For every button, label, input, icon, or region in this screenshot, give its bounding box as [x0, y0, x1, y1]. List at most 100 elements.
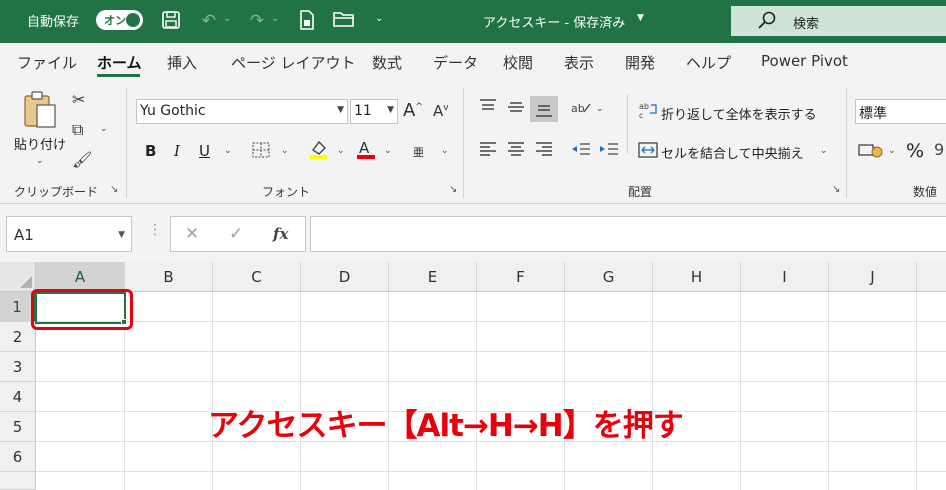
column-header-i[interactable]: I — [741, 262, 829, 292]
font-launcher-icon[interactable]: ↘ — [449, 184, 457, 195]
number-format-combo[interactable]: 標準 — [855, 99, 946, 124]
svg-text:c: c — [639, 111, 643, 119]
row-header-7-partial[interactable] — [0, 472, 36, 490]
font-color-chevron-down-icon[interactable]: ⌄ — [384, 146, 392, 156]
wrap-text-button[interactable]: 折り返して全体を表示する — [661, 104, 817, 123]
column-header-d[interactable]: D — [301, 262, 389, 292]
copy-chevron-down-icon[interactable]: ⌄ — [100, 124, 108, 134]
align-middle-icon[interactable] — [506, 98, 526, 120]
search-box[interactable]: 検索 — [731, 6, 946, 36]
clipboard-launcher-icon[interactable]: ↘ — [110, 184, 118, 195]
italic-button[interactable]: I — [174, 142, 180, 160]
column-header-a[interactable]: A — [36, 262, 125, 292]
name-box[interactable]: A1 ▼ — [6, 216, 132, 252]
ribbon-tabs: ファイル ホーム 挿入 ページ レイアウト 数式 データ 校閲 表示 開発 ヘル… — [0, 43, 946, 80]
merge-center-chevron-down-icon[interactable]: ⌄ — [820, 146, 828, 156]
underline-button[interactable]: U — [199, 142, 210, 160]
formula-bar: A1 ▼ ⋮ ✕ ✓ fx — [0, 204, 946, 262]
font-name-combo[interactable]: Yu Gothic ▼ — [136, 99, 348, 124]
underline-chevron-down-icon[interactable]: ⌄ — [224, 146, 232, 156]
copy-icon[interactable]: ⧉ — [72, 120, 83, 140]
insert-function-button[interactable]: fx — [273, 225, 288, 243]
row-header-3[interactable]: 3 — [0, 352, 36, 382]
save-icon[interactable] — [160, 10, 182, 32]
column-header-c[interactable]: C — [213, 262, 301, 292]
enter-icon[interactable]: ✓ — [229, 224, 243, 244]
increase-font-size-icon[interactable]: A^ — [403, 100, 423, 121]
paste-icon[interactable] — [22, 90, 58, 134]
tab-insert[interactable]: 挿入 — [167, 52, 197, 73]
format-painter-icon[interactable]: 🖌 — [72, 150, 92, 169]
column-header-g[interactable]: G — [565, 262, 653, 292]
align-top-icon[interactable] — [478, 98, 498, 120]
cancel-icon[interactable]: ✕ — [185, 224, 199, 244]
tab-home[interactable]: ホーム — [97, 52, 142, 73]
svg-text:A: A — [359, 139, 370, 157]
fill-color-icon[interactable] — [308, 138, 330, 164]
wrap-text-icon[interactable]: ab c — [639, 101, 659, 123]
undo-chevron-down-icon[interactable]: ⌄ — [223, 13, 231, 24]
increase-indent-icon[interactable] — [598, 141, 620, 163]
column-header-j[interactable]: J — [829, 262, 917, 292]
autosave-toggle[interactable]: オン — [96, 10, 143, 30]
formula-bar-grip-icon[interactable]: ⋮ — [148, 222, 162, 238]
paste-chevron-down-icon[interactable]: ⌄ — [36, 156, 44, 166]
tab-view[interactable]: 表示 — [564, 52, 594, 73]
tab-help[interactable]: ヘルプ — [686, 52, 731, 73]
merge-center-icon[interactable] — [638, 141, 658, 163]
print-preview-icon[interactable] — [296, 10, 318, 32]
fill-color-chevron-down-icon[interactable]: ⌄ — [337, 146, 345, 156]
column-header-e[interactable]: E — [389, 262, 477, 292]
orientation-icon[interactable]: ab — [570, 98, 592, 120]
tab-developer[interactable]: 開発 — [625, 52, 655, 73]
column-header-k-partial[interactable] — [917, 262, 946, 292]
open-folder-icon[interactable] — [333, 10, 355, 32]
svg-text:ab: ab — [639, 102, 649, 111]
percent-style-button[interactable]: % — [906, 140, 924, 162]
row-header-5[interactable]: 5 — [0, 412, 36, 442]
orientation-chevron-down-icon[interactable]: ⌄ — [596, 104, 604, 114]
phonetic-chevron-down-icon[interactable]: ⌄ — [441, 146, 449, 156]
phonetic-guide-button[interactable]: 亜 — [413, 144, 424, 160]
redo-icon[interactable]: ↷ — [246, 10, 268, 32]
comma-style-icon[interactable]: 9 — [934, 140, 946, 163]
align-right-icon[interactable] — [534, 141, 554, 163]
column-header-b[interactable]: B — [125, 262, 213, 292]
font-size-combo[interactable]: 11 ▼ — [350, 99, 398, 124]
title-chevron-down-icon[interactable]: ▼ — [637, 13, 644, 23]
column-header-f[interactable]: F — [477, 262, 565, 292]
tab-formulas[interactable]: 数式 — [372, 52, 402, 73]
bold-button[interactable]: B — [145, 142, 156, 160]
group-divider — [126, 88, 127, 198]
redo-chevron-down-icon[interactable]: ⌄ — [271, 13, 279, 24]
tab-review[interactable]: 校閲 — [503, 52, 533, 73]
select-all-button[interactable] — [0, 262, 36, 292]
borders-icon[interactable] — [251, 141, 271, 163]
alignment-launcher-icon[interactable]: ↘ — [832, 184, 840, 195]
customize-qat-icon[interactable]: ⌄ — [375, 13, 383, 24]
font-color-icon[interactable]: A — [355, 138, 377, 164]
document-title[interactable]: アクセスキー - 保存済み — [483, 12, 625, 31]
tab-data[interactable]: データ — [433, 52, 478, 73]
decrease-font-size-icon[interactable]: Av — [433, 102, 449, 120]
tab-file[interactable]: ファイル — [17, 52, 77, 73]
align-bottom-icon — [534, 100, 554, 122]
cut-icon[interactable]: ✂ — [72, 90, 85, 109]
row-header-4[interactable]: 4 — [0, 382, 36, 412]
tab-page-layout[interactable]: ページ レイアウト — [231, 52, 355, 73]
formula-input[interactable] — [310, 216, 946, 252]
undo-icon[interactable]: ↶ — [198, 10, 220, 32]
svg-text:ab: ab — [571, 102, 585, 115]
row-header-6[interactable]: 6 — [0, 442, 36, 472]
paste-button[interactable]: 貼り付け — [14, 134, 66, 153]
merge-center-button[interactable]: セルを結合して中央揃え — [661, 143, 804, 162]
decrease-indent-icon[interactable] — [570, 141, 592, 163]
align-center-icon[interactable] — [506, 141, 526, 163]
tab-power-pivot[interactable]: Power Pivot — [761, 52, 848, 70]
accounting-format-icon[interactable] — [858, 141, 884, 163]
column-header-h[interactable]: H — [653, 262, 741, 292]
worksheet-grid[interactable]: A B C D E F G H I J 1 2 3 4 5 6 アクセスキー【A… — [0, 262, 946, 490]
borders-chevron-down-icon[interactable]: ⌄ — [281, 146, 289, 156]
accounting-chevron-down-icon[interactable]: ⌄ — [888, 146, 896, 156]
align-left-icon[interactable] — [478, 141, 498, 163]
